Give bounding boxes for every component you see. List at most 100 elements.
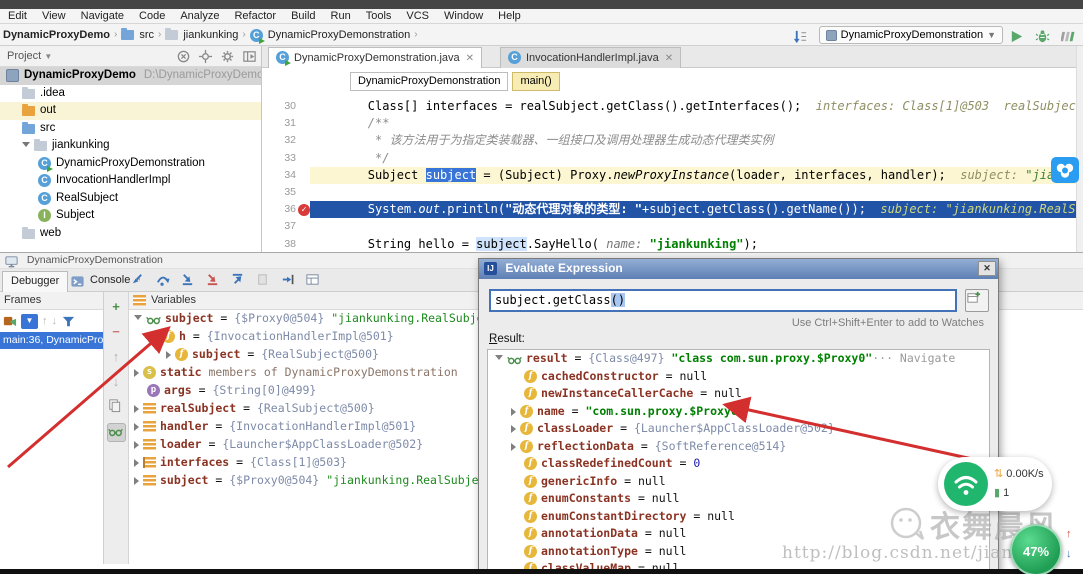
tree-row[interactable]: src xyxy=(0,120,261,138)
class-icon: C xyxy=(38,174,51,187)
debug-button[interactable] xyxy=(1035,29,1050,44)
menu-item-window[interactable]: Window xyxy=(444,9,483,23)
filter-funnel-icon[interactable] xyxy=(61,314,76,329)
breadcrumb-item-2[interactable]: jiankunking xyxy=(165,27,238,43)
run-to-cursor-icon[interactable] xyxy=(280,272,296,288)
menu-item-tools[interactable]: Tools xyxy=(366,9,392,23)
static-icon: s xyxy=(143,366,156,379)
scroll-up-icon[interactable]: ↑ xyxy=(1066,528,1072,540)
watch-glasses-icon xyxy=(146,312,161,327)
expander-icon[interactable] xyxy=(150,333,158,338)
restore-layout-icon[interactable] xyxy=(305,272,321,288)
close-icon[interactable]: ✕ xyxy=(665,53,673,64)
tree-row[interactable]: jiankunking xyxy=(0,137,261,155)
frame-down-icon[interactable]: ↓ xyxy=(52,315,58,327)
scroll-down-icon[interactable]: ↓ xyxy=(1066,548,1072,560)
duplicate-watch-icon[interactable] xyxy=(107,398,126,417)
expander-icon[interactable] xyxy=(134,369,139,377)
dialog-titlebar[interactable]: IJ Evaluate Expression ✕ xyxy=(479,259,998,279)
move-watch-up-icon[interactable]: ↑ xyxy=(107,348,126,367)
intellij-logo-icon: IJ xyxy=(484,262,497,275)
close-icon[interactable]: ✕ xyxy=(466,53,474,64)
project-panel-header[interactable]: Project ▼ xyxy=(0,46,261,67)
run-button[interactable] xyxy=(1009,29,1024,44)
move-watch-down-icon[interactable]: ↓ xyxy=(107,373,126,392)
tree-row[interactable]: C RealSubject xyxy=(0,190,261,208)
tree-item-label: out xyxy=(40,104,56,116)
result-row[interactable]: f classLoader = {Launcher$AppClassLoader@… xyxy=(488,420,989,438)
gear-icon[interactable] xyxy=(220,49,235,64)
expander-icon[interactable] xyxy=(134,477,139,485)
editor-breadcrumb-0[interactable]: DynamicProxyDemonstration xyxy=(350,72,509,91)
expander-icon[interactable] xyxy=(511,425,516,433)
result-row[interactable]: f cachedConstructor = null xyxy=(488,368,989,386)
close-icon[interactable]: ✕ xyxy=(978,261,996,276)
expander-icon[interactable] xyxy=(511,407,516,416)
cloud-overlay-icon[interactable] xyxy=(1051,157,1079,183)
menu-item-help[interactable]: Help xyxy=(498,9,521,23)
menu-item-vcs[interactable]: VCS xyxy=(406,9,429,23)
result-row[interactable]: f name = "com.sun.proxy.$Proxy0" xyxy=(488,403,989,421)
expander-icon[interactable] xyxy=(511,442,516,451)
result-row[interactable]: f classRedefinedCount = 0 xyxy=(488,455,989,473)
tree-row[interactable]: out xyxy=(0,102,261,120)
frame-up-icon[interactable]: ↑ xyxy=(42,315,48,327)
close-tab-icon[interactable] xyxy=(176,49,191,64)
run-configuration-select[interactable]: DynamicProxyDemonstration ▼ xyxy=(818,26,1003,44)
result-row[interactable]: f reflectionData = {SoftReference@514} xyxy=(488,438,989,456)
menu-item-code[interactable]: Code xyxy=(139,9,165,23)
menu-item-view[interactable]: View xyxy=(42,9,66,23)
editor-tab-0[interactable]: C DynamicProxyDemonstration.java ✕ xyxy=(268,47,483,68)
editor-breadcrumb-1[interactable]: main() xyxy=(512,72,560,91)
add-to-watches-button[interactable] xyxy=(965,289,989,312)
step-into-icon[interactable] xyxy=(180,272,196,288)
add-watch-icon[interactable]: + xyxy=(107,298,126,317)
expander-icon[interactable] xyxy=(134,405,139,413)
tree-row[interactable]: DynamicProxyDemo D:\DynamicProxyDemo xyxy=(0,67,261,85)
remove-watch-icon[interactable]: − xyxy=(107,323,126,342)
result-row[interactable]: f newInstanceCallerCache = null xyxy=(488,385,989,403)
expression-input[interactable]: subject.getClass() xyxy=(489,289,957,312)
sort-icon[interactable] xyxy=(793,29,808,44)
tab-debugger[interactable]: Debugger xyxy=(2,271,69,292)
selected-stack-frame[interactable]: main:36, DynamicProx xyxy=(0,332,103,349)
expander-icon[interactable] xyxy=(134,459,139,467)
tree-row[interactable]: C InvocationHandlerImpl xyxy=(0,172,261,190)
tree-row[interactable]: web xyxy=(0,225,261,243)
breakpoint-icon[interactable]: ✓ xyxy=(298,203,310,216)
menu-item-build[interactable]: Build xyxy=(291,9,315,23)
locate-icon[interactable] xyxy=(198,49,213,64)
step-out-icon[interactable] xyxy=(230,272,246,288)
expander-icon[interactable] xyxy=(134,423,139,431)
breadcrumb-item-1[interactable]: src xyxy=(121,27,154,43)
menu-item-navigate[interactable]: Navigate xyxy=(81,9,124,23)
drop-frame-icon[interactable] xyxy=(255,272,271,288)
force-step-into-icon[interactable] xyxy=(205,272,221,288)
evaluate-expression-icon[interactable] xyxy=(106,423,126,442)
tree-row[interactable]: I Subject xyxy=(0,207,261,225)
menu-item-refactor[interactable]: Refactor xyxy=(234,9,276,23)
tree-row[interactable]: .idea xyxy=(0,85,261,103)
tree-row[interactable]: C DynamicProxyDemonstration xyxy=(0,155,261,173)
menu-item-analyze[interactable]: Analyze xyxy=(180,9,219,23)
result-row[interactable]: result = {Class@497} "class com.sun.prox… xyxy=(488,350,989,368)
variable-name: subject xyxy=(160,473,209,487)
project-tree: DynamicProxyDemo D:\DynamicProxyDemo .idea… xyxy=(0,67,261,242)
breadcrumb-item-0[interactable]: DynamicProxyDemo xyxy=(3,27,110,43)
breadcrumb-item-3[interactable]: C DynamicProxyDemonstration xyxy=(249,27,410,44)
expander-icon[interactable] xyxy=(495,355,503,360)
expander-icon[interactable] xyxy=(134,315,142,320)
expander-icon[interactable] xyxy=(134,441,139,449)
code-editor[interactable]: 30 Class[] interfaces = realSubject.getC… xyxy=(262,98,1083,252)
hide-panel-icon[interactable] xyxy=(242,49,257,64)
result-row[interactable]: f genericInfo = null xyxy=(488,473,989,491)
expander-icon[interactable] xyxy=(166,351,171,359)
editor-tab-1[interactable]: C InvocationHandlerImpl.java ✕ xyxy=(500,47,682,68)
step-over-icon[interactable] xyxy=(155,272,171,288)
show-execution-point-icon[interactable] xyxy=(130,272,146,288)
menu-item-edit[interactable]: Edit xyxy=(8,9,27,23)
menu-item-run[interactable]: Run xyxy=(331,9,351,23)
thread-dropdown[interactable]: ▼ xyxy=(21,313,38,329)
expander-icon[interactable] xyxy=(22,142,30,147)
coverage-button[interactable] xyxy=(1061,29,1076,44)
